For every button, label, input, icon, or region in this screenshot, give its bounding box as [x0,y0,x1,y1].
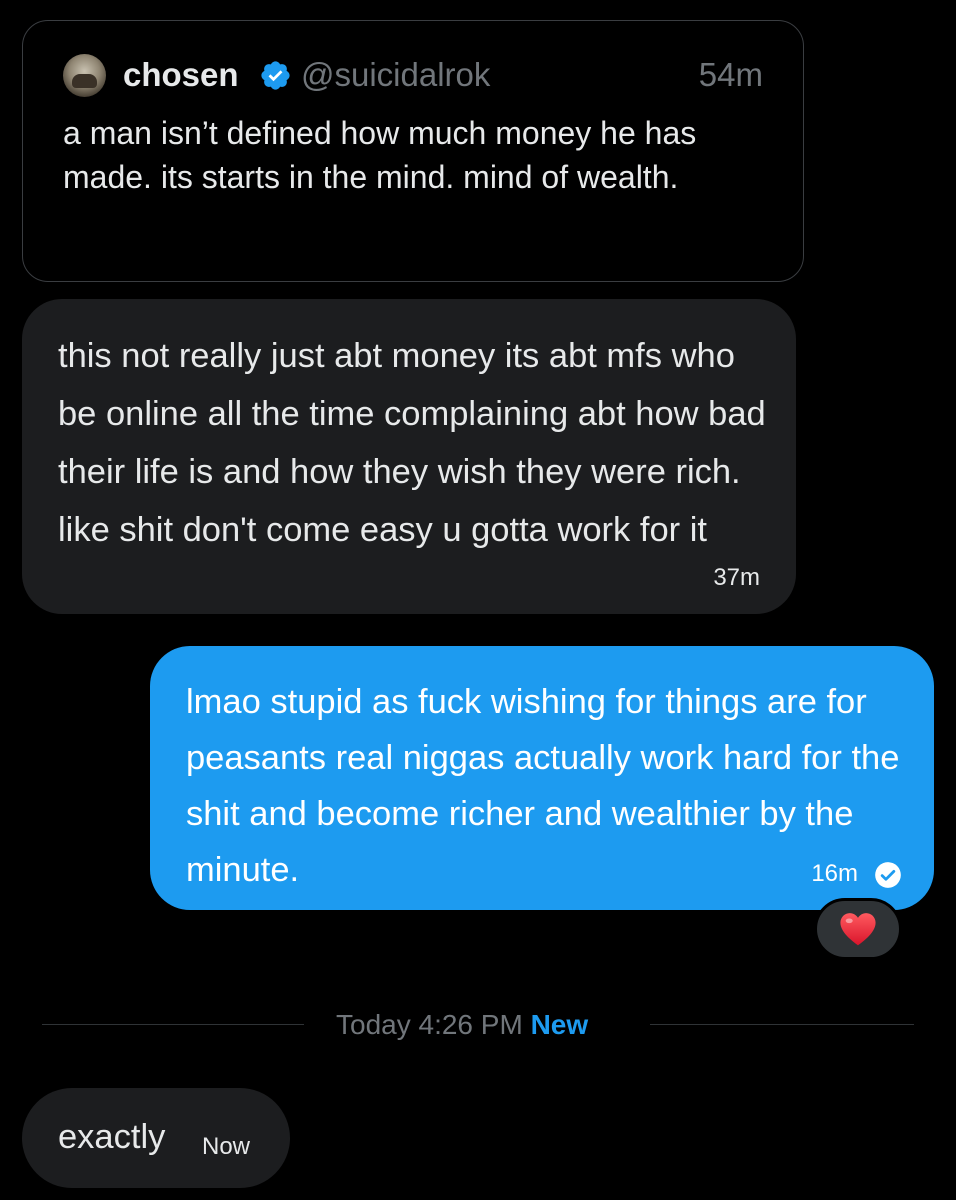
date-divider: Today 4:26 PM New [336,1008,588,1042]
message-timestamp: 16m [811,860,858,887]
message-bubble-received[interactable]: this not really just abt money its abt m… [22,299,796,614]
avatar[interactable] [63,54,106,97]
heart-icon [840,913,876,946]
message-bubble-sent[interactable]: lmao stupid as fuck wishing for things a… [150,646,934,910]
quoted-post-text: a man isn’t defined how much money he ha… [63,115,697,195]
quoted-post-time: 54m [698,56,763,93]
message-bubble-received[interactable]: exactly Now [22,1088,290,1188]
divider-line [42,1024,304,1025]
new-messages-label: New [530,1009,589,1040]
verified-badge-icon [261,61,290,90]
date-divider-label: Today 4:26 PM [336,1009,523,1040]
divider-line [650,1024,914,1025]
seen-check-icon [875,862,901,888]
message-timestamp: Now [202,1133,251,1160]
reaction-pill[interactable] [814,898,902,960]
quoted-post-card[interactable]: chosen @suicidalrok 54m a man isn’t defi… [22,20,804,282]
quoted-author-name: chosen [123,56,239,93]
message-timestamp: 37m [713,564,760,591]
message-text: this not really just abt money its abt m… [58,337,766,549]
quoted-author-handle: @suicidalrok [301,56,491,93]
message-text: exactly [58,1118,166,1156]
message-text: lmao stupid as fuck wishing for things a… [186,683,900,889]
